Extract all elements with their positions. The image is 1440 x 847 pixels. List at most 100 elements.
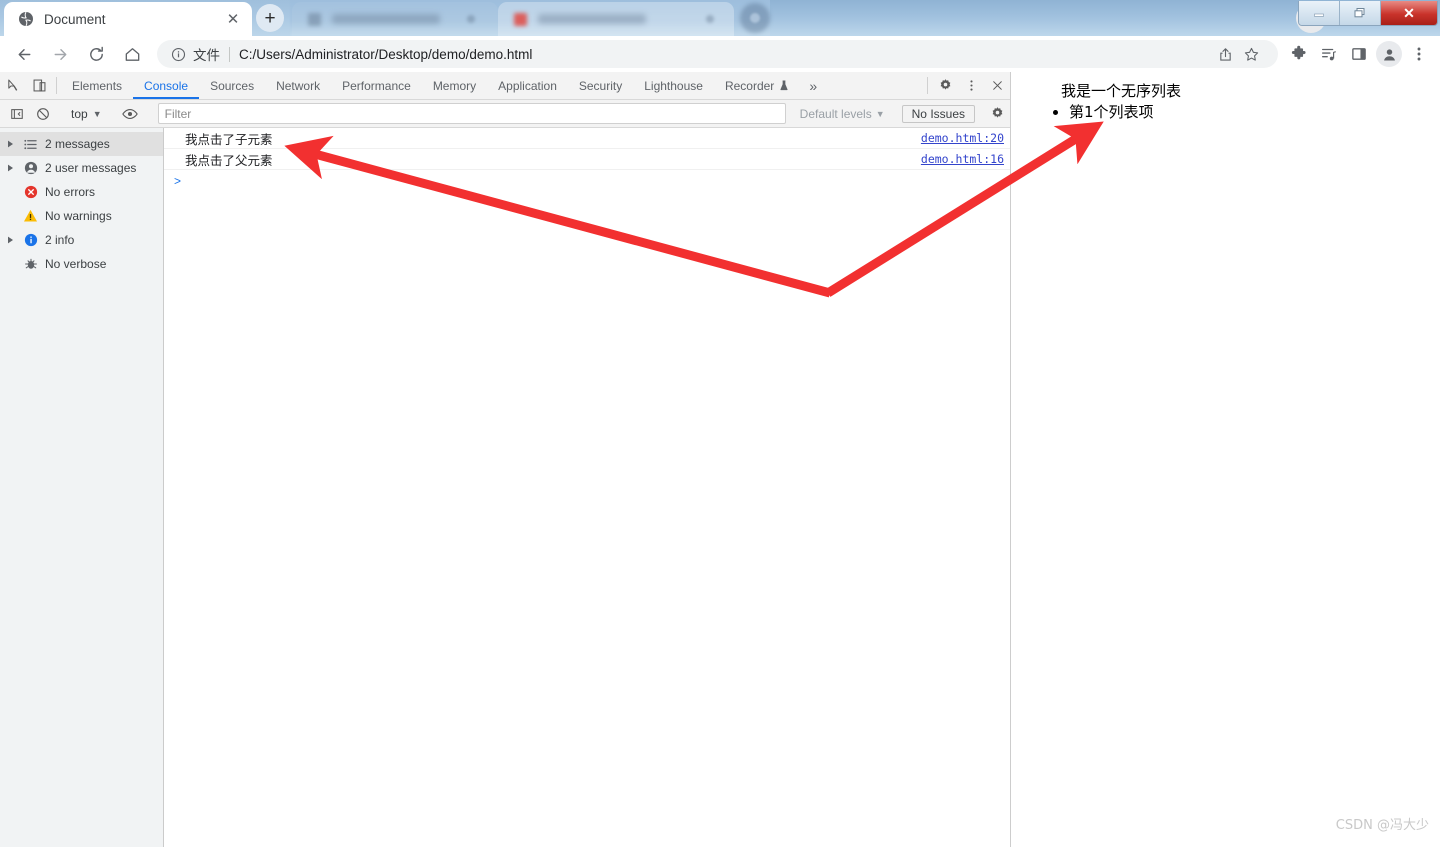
devtools-tab-sources[interactable]: Sources — [199, 72, 265, 99]
console-message-list[interactable]: 我点击了子元素 demo.html:20 我点击了父元素 demo.html:1… — [164, 128, 1010, 847]
devtools-tab-security[interactable]: Security — [568, 72, 633, 99]
devtools-kebab-menu-icon[interactable] — [958, 72, 984, 99]
tab-label: Lighthouse — [644, 78, 703, 93]
clear-console-icon[interactable] — [30, 107, 56, 121]
console-settings-gear-icon[interactable] — [984, 106, 1010, 121]
devtools-close-icon[interactable] — [984, 72, 1010, 99]
devtools-tab-console[interactable]: Console — [133, 72, 199, 99]
person-icon — [22, 161, 39, 175]
devtools-tabbar-actions — [923, 72, 1010, 99]
more-tabs-button[interactable]: » — [800, 72, 826, 99]
info-circle-icon[interactable] — [171, 47, 186, 62]
devtools-tab-lighthouse[interactable]: Lighthouse — [633, 72, 714, 99]
sidebar-item-warnings[interactable]: No warnings — [0, 204, 163, 228]
gear-icon[interactable] — [932, 72, 958, 99]
back-button[interactable] — [9, 39, 39, 69]
tab-strip: Document ✕ + ✕ — [0, 0, 1440, 36]
log-level-selector[interactable]: Default levels ▼ — [792, 107, 893, 121]
devtools-tab-application[interactable]: Application — [487, 72, 568, 99]
context-label: top — [71, 106, 88, 121]
tab-label: Console — [144, 78, 189, 93]
avatar[interactable] — [1376, 41, 1402, 67]
tab-label: Recorder — [724, 78, 775, 93]
side-panel-icon[interactable] — [1344, 39, 1374, 69]
tab-label: Application — [498, 78, 557, 93]
console-prompt-caret-icon: > — [174, 174, 182, 188]
background-tab-3-icon — [750, 13, 760, 23]
new-tab-button[interactable]: + — [256, 4, 284, 32]
close-button[interactable]: ✕ — [1381, 1, 1437, 25]
address-scheme-label: 文件 — [193, 48, 220, 63]
sidebar-item-verbose[interactable]: No verbose — [0, 252, 163, 276]
tab-label: Security — [578, 78, 623, 93]
devtools-tab-memory[interactable]: Memory — [422, 72, 487, 99]
reading-list-icon[interactable] — [1314, 39, 1344, 69]
sidebar-item-errors[interactable]: No errors — [0, 180, 163, 204]
list-icon — [22, 138, 39, 151]
sidebar-toggle-icon[interactable] — [4, 107, 30, 121]
background-tab-1[interactable] — [292, 2, 498, 36]
console-sidebar: 2 messages 2 user messages No errors No … — [0, 128, 164, 847]
tab-label: Sources — [210, 78, 255, 93]
devtools-tab-performance[interactable]: Performance — [331, 72, 422, 99]
close-icon[interactable] — [706, 15, 714, 23]
console-message-row[interactable]: 我点击了子元素 demo.html:20 — [164, 128, 1010, 149]
expand-triangle-icon[interactable] — [4, 140, 16, 148]
address-bar-actions — [1212, 41, 1264, 67]
sidebar-item-info[interactable]: 2 info — [0, 228, 163, 252]
address-bar[interactable]: 文件 C:/Users/Administrator/Desktop/demo/d… — [157, 40, 1278, 68]
devtools-tab-elements[interactable]: Elements — [61, 72, 133, 99]
three-dot-menu-icon[interactable] — [1404, 39, 1434, 69]
bug-icon — [22, 257, 39, 271]
forward-button[interactable] — [45, 39, 75, 69]
console-message-source-link[interactable]: demo.html:20 — [921, 131, 1004, 145]
sidebar-item-label: 2 info — [45, 233, 75, 247]
tab-label: Performance — [342, 78, 411, 93]
devtools-tab-network[interactable]: Network — [265, 72, 331, 99]
levels-label: Default levels — [799, 106, 872, 121]
tab-favicon-icon — [308, 13, 321, 26]
close-icon[interactable] — [467, 15, 475, 23]
execution-context-selector[interactable]: top ▼ — [65, 107, 108, 121]
page-viewport[interactable]: 我是一个无序列表 第1个列表项 CSDN @冯大少 — [1011, 72, 1440, 847]
expand-triangle-icon[interactable] — [4, 236, 16, 244]
tab-favicon-icon — [514, 13, 527, 26]
issues-button[interactable]: No Issues — [901, 104, 975, 123]
sidebar-item-label: 2 user messages — [45, 161, 137, 175]
live-expression-eye-icon[interactable] — [117, 106, 143, 122]
console-message-source-link[interactable]: demo.html:16 — [921, 152, 1004, 166]
share-icon[interactable] — [1212, 41, 1238, 67]
profile-avatar-icon[interactable] — [1374, 39, 1404, 69]
close-icon[interactable]: ✕ — [222, 8, 244, 30]
window-controls: ✕ — [1298, 1, 1438, 26]
console-filter-bar: top ▼ Default levels ▼ No Issues — [0, 100, 1010, 128]
home-button[interactable] — [117, 39, 147, 69]
maximize-button[interactable] — [1340, 1, 1381, 25]
console-message-row[interactable]: 我点击了父元素 demo.html:16 — [164, 149, 1010, 170]
tab-document[interactable]: Document ✕ — [4, 2, 252, 36]
tab-title-obscured — [538, 14, 646, 24]
devtools-tab-recorder[interactable]: Recorder — [714, 72, 800, 99]
sidebar-item-messages[interactable]: 2 messages — [0, 132, 163, 156]
reload-button[interactable] — [81, 39, 111, 69]
browser-window: Document ✕ + ✕ 文件 C:/Users/Administrator… — [0, 0, 1440, 847]
globe-icon — [19, 11, 33, 27]
minimize-button[interactable] — [1299, 1, 1340, 25]
console-message-text: 我点击了子元素 — [185, 131, 273, 147]
sidebar-item-user-messages[interactable]: 2 user messages — [0, 156, 163, 180]
console-prompt[interactable]: > — [164, 170, 1010, 192]
console-body: 2 messages 2 user messages No errors No … — [0, 128, 1010, 847]
address-separator — [229, 46, 230, 62]
expand-triangle-icon[interactable] — [4, 164, 16, 172]
inspect-element-icon[interactable] — [0, 72, 26, 99]
puzzle-icon[interactable] — [1284, 39, 1314, 69]
sidebar-item-label: No errors — [45, 185, 96, 199]
star-icon[interactable] — [1238, 41, 1264, 67]
address-url-text[interactable]: C:/Users/Administrator/Desktop/demo/demo… — [239, 47, 532, 62]
device-toolbar-icon[interactable] — [26, 72, 52, 99]
background-tab-2[interactable] — [498, 2, 734, 36]
sidebar-item-label: No warnings — [45, 209, 112, 223]
page-heading: 我是一个无序列表 — [1061, 82, 1182, 100]
console-filter-input[interactable] — [157, 103, 786, 124]
list-item[interactable]: 第1个列表项 — [1069, 103, 1440, 122]
